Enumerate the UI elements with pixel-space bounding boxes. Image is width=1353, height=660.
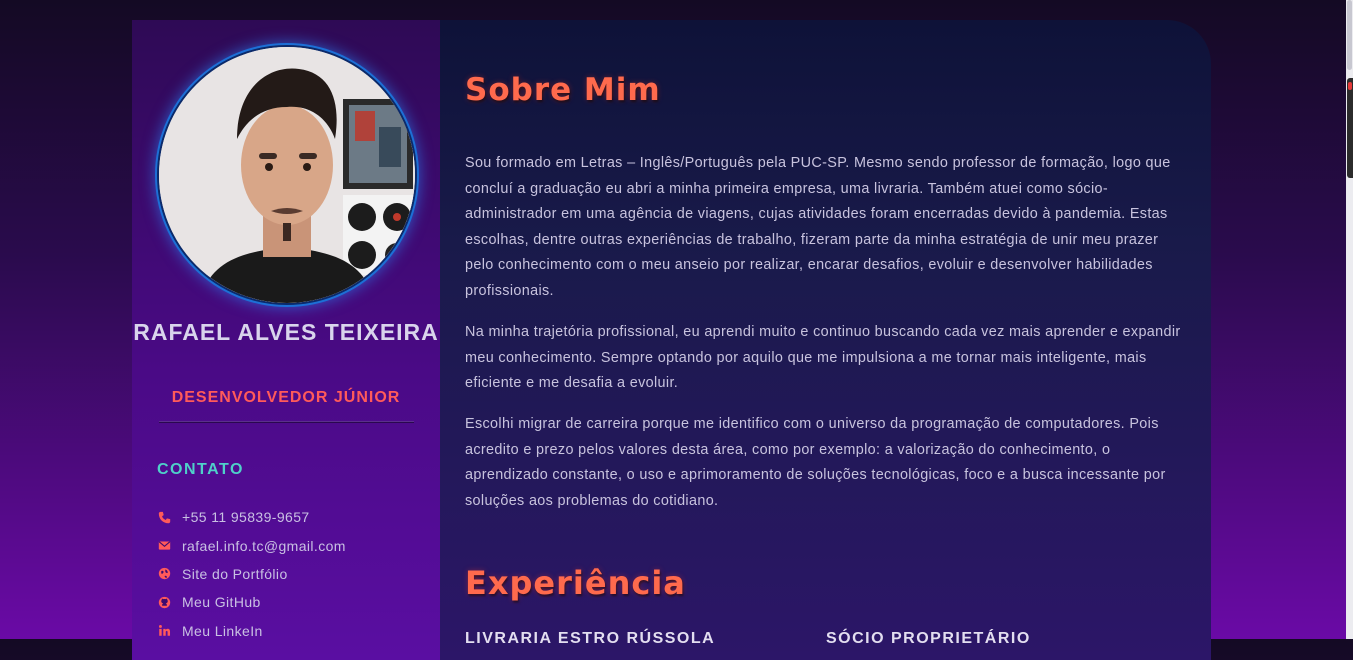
profile-avatar [157,45,417,305]
contact-email[interactable]: rafael.info.tc@gmail.com [157,531,346,559]
experience-title: Experiência [465,564,686,602]
contact-phone[interactable]: +55 11 95839-9657 [157,503,346,531]
contact-email-text: rafael.info.tc@gmail.com [182,537,346,554]
scrollbar-thumb[interactable] [1347,0,1352,70]
profile-role: DESENVOLVEDOR JÚNIOR [171,389,401,406]
contact-github[interactable]: Meu GitHub [157,588,346,616]
github-icon [157,595,171,609]
contact-phone-text: +55 11 95839-9657 [182,509,310,526]
contact-list: +55 11 95839-9657 rafael.info.tc@gmail.c… [157,503,346,645]
phone-icon [157,510,171,524]
experience-position: SÓCIO PROPRIETÁRIO [826,630,1031,647]
about-paragraph-2: Na minha trajetória profissional, eu apr… [465,324,1181,392]
side-widget-tab[interactable] [1347,78,1353,178]
contact-github-text: Meu GitHub [182,594,261,611]
sidebar-divider [159,421,414,422]
avatar-photo [159,47,415,303]
contact-portfolio-text: Site do Portfólio [182,565,288,582]
linkedin-icon [157,624,171,638]
contact-linkedin[interactable]: Meu LinkeIn [157,617,346,645]
about-paragraph-1: Sou formado em Letras – Inglês/Português… [465,155,1171,299]
contact-title: CONTATO [157,461,244,478]
main-content: Sobre Mim Sou formado em Letras – Inglês… [440,20,1211,660]
profile-name: RAFAEL ALVES TEIXEIRA [133,319,439,345]
experience-company: LIVRARIA ESTRO RÚSSOLA [465,630,716,647]
resume-card: RAFAEL ALVES TEIXEIRA DESENVOLVEDOR JÚNI… [132,20,1211,660]
profile-sidebar: RAFAEL ALVES TEIXEIRA DESENVOLVEDOR JÚNI… [132,20,440,660]
contact-portfolio[interactable]: Site do Portfólio [157,560,346,588]
side-widget-dot [1348,82,1352,90]
about-paragraph-3: Escolhi migrar de carreira porque me ide… [465,416,1166,509]
contact-linkedin-text: Meu LinkeIn [182,622,263,639]
globe-icon [157,567,171,581]
mail-icon [157,539,171,553]
about-title: Sobre Mim [465,72,661,108]
